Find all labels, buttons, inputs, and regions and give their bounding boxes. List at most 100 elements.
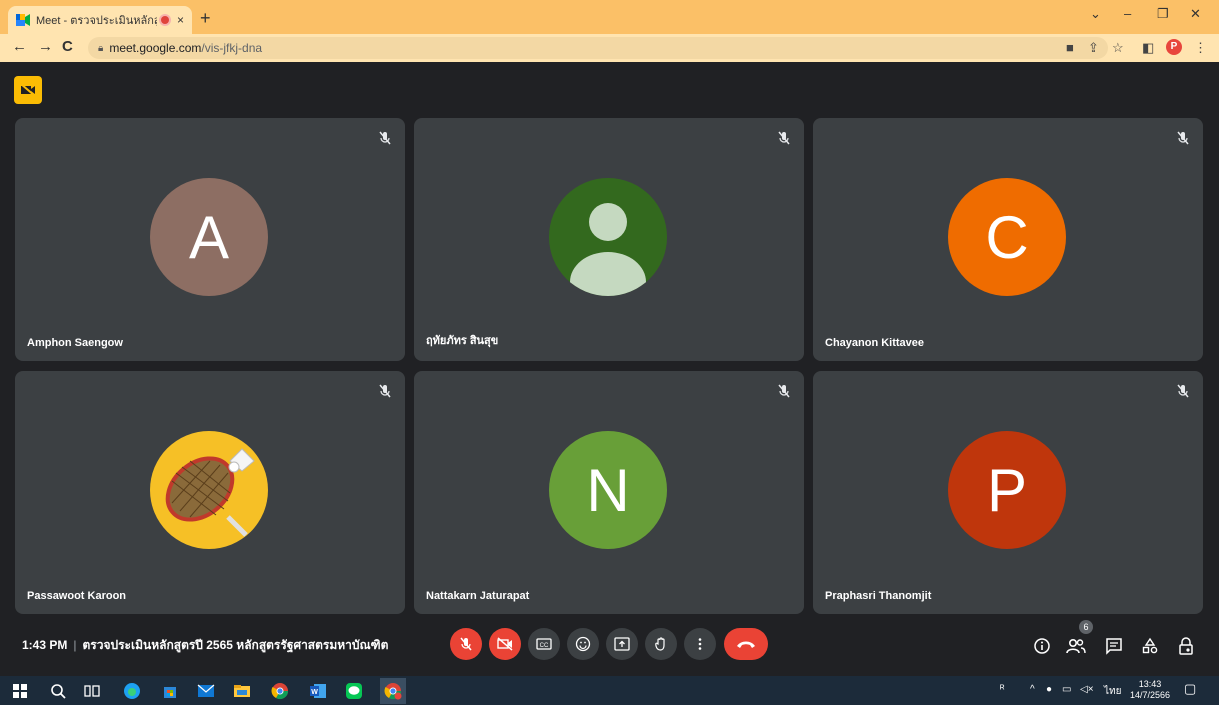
meet-stage: A Amphon Saengow ฤทัยภัทร สินสุข C Chaya…: [0, 62, 1219, 676]
address-bar[interactable]: 🔒︎ meet.google.com/vis-jfkj-dna: [88, 37, 1108, 59]
participant-name: Chayanon Kittavee: [825, 337, 925, 349]
restore-button[interactable]: ❐: [1157, 6, 1169, 22]
svg-text:CC: CC: [540, 643, 549, 649]
taskbar-date: 14/7/2566: [1129, 690, 1171, 700]
lock-person-icon: [1179, 637, 1193, 655]
participant-name: Praphasri Thanomjit: [825, 590, 932, 602]
profile-avatar[interactable]: P: [1166, 39, 1182, 55]
close-window-button[interactable]: ✕: [1190, 6, 1201, 22]
edge-browser-icon[interactable]: [122, 681, 142, 701]
participant-name: Nattakarn Jaturapat: [426, 590, 530, 602]
muted-mic-icon: [379, 131, 391, 145]
chrome-icon[interactable]: [270, 681, 290, 701]
search-icon[interactable]: [48, 681, 68, 701]
forward-button[interactable]: →: [38, 38, 53, 55]
muted-mic-icon: [1177, 131, 1189, 145]
hand-icon: [655, 637, 665, 651]
meeting-time: 1:43 PM: [22, 638, 68, 652]
muted-mic-icon: [379, 384, 391, 398]
minimize-button[interactable]: –: [1124, 6, 1131, 21]
participant-avatar: P: [948, 431, 1066, 549]
participant-name: Passawoot Karoon: [27, 590, 127, 602]
people-button[interactable]: [1066, 636, 1086, 656]
participant-avatar: N: [549, 431, 667, 549]
back-button[interactable]: ←: [12, 38, 27, 55]
emoji-reaction-button[interactable]: [567, 628, 599, 660]
default-person-icon: [570, 203, 646, 296]
word-icon[interactable]: W: [308, 681, 328, 701]
participant-avatar: A: [150, 178, 268, 296]
host-controls-button[interactable]: [1176, 636, 1196, 656]
network-icon[interactable]: ▭: [1062, 684, 1071, 695]
recording-indicator-icon: [160, 16, 169, 24]
mic-off-icon: [460, 637, 472, 651]
language-indicator[interactable]: ไทย: [1104, 684, 1121, 699]
chrome-profile-taskbar-icon[interactable]: [380, 678, 406, 704]
url-path: /vis-jfkj-dna: [201, 41, 263, 55]
camera-off-icon: [497, 637, 513, 651]
browser-menu-icon[interactable]: ⋮: [1194, 40, 1207, 56]
taskbar-time: 13:43: [1138, 679, 1162, 689]
camera-toggle-button[interactable]: [489, 628, 521, 660]
tab-close-icon[interactable]: ×: [177, 13, 184, 27]
participant-avatar: C: [948, 178, 1066, 296]
microphone-tray-icon[interactable]: ●: [1046, 684, 1052, 695]
tab-title: Meet - ตรวจประเมินหลักสูตรปี 2: [36, 15, 157, 27]
windows-start-icon[interactable]: [10, 681, 30, 701]
participant-tile[interactable]: N Nattakarn Jaturapat: [414, 371, 804, 614]
meeting-title: ตรวจประเมินหลักสูตรปี 2565 หลักสูตรรัฐศา…: [82, 638, 389, 652]
notification-center-icon[interactable]: ▢: [1184, 681, 1196, 697]
taskbar-clock[interactable]: 13:43 14/7/2566: [1128, 679, 1172, 701]
camera-off-badge-icon[interactable]: [14, 76, 42, 104]
lock-icon: 🔒︎: [98, 42, 104, 54]
info-icon: [1034, 638, 1050, 654]
bookmark-star-icon[interactable]: ☆: [1112, 40, 1124, 56]
mail-icon[interactable]: [196, 681, 216, 701]
captions-button[interactable]: CC: [528, 628, 560, 660]
participant-tile[interactable]: A Amphon Saengow: [15, 118, 405, 361]
captions-icon: CC: [536, 638, 552, 650]
leave-call-button[interactable]: [724, 628, 768, 660]
volume-muted-icon[interactable]: ◁×: [1080, 684, 1094, 695]
camera-in-use-icon[interactable]: ■: [1066, 40, 1074, 55]
tab-search-icon[interactable]: ⌄: [1090, 6, 1101, 22]
share-icon[interactable]: ⇪: [1088, 40, 1099, 56]
chat-button[interactable]: [1104, 636, 1124, 656]
activities-icon: [1142, 637, 1158, 654]
meeting-info: 1:43 PM | ตรวจประเมินหลักสูตรปี 2565 หลักส…: [22, 636, 388, 655]
svg-text:W: W: [311, 689, 318, 696]
emoji-icon: [575, 636, 591, 652]
present-icon: [614, 637, 630, 651]
chat-icon: [1106, 638, 1122, 655]
windows-taskbar: [0, 676, 1219, 705]
participant-tile[interactable]: Passawoot Karoon: [15, 371, 405, 614]
mic-toggle-button[interactable]: [450, 628, 482, 660]
muted-mic-icon: [778, 384, 790, 398]
task-view-icon[interactable]: [82, 681, 102, 701]
side-panel-icon[interactable]: ◧: [1142, 40, 1154, 56]
more-options-button[interactable]: [684, 628, 716, 660]
store-icon[interactable]: [160, 681, 180, 701]
people-icon: [1066, 638, 1086, 654]
new-tab-button[interactable]: +: [200, 8, 211, 29]
browser-tab[interactable]: Meet - ตรวจประเมินหลักสูตรปี 2 ×: [8, 6, 192, 34]
meet-favicon-icon: [16, 14, 30, 26]
present-screen-button[interactable]: [606, 628, 638, 660]
badminton-racket-icon: [165, 448, 255, 537]
reload-button[interactable]: C: [62, 38, 73, 55]
meeting-details-button[interactable]: [1032, 636, 1052, 656]
participant-tile[interactable]: P Praphasri Thanomjit: [813, 371, 1203, 614]
more-vert-icon: [698, 638, 702, 650]
line-app-icon[interactable]: [344, 681, 364, 701]
participant-tile[interactable]: C Chayanon Kittavee: [813, 118, 1203, 361]
raise-hand-button[interactable]: [645, 628, 677, 660]
url-host: meet.google.com: [109, 41, 202, 55]
tray-chevron-icon[interactable]: ^: [1030, 684, 1035, 695]
participant-tile[interactable]: ฤทัยภัทร สินสุข: [414, 118, 804, 361]
participant-name: ฤทัยภัทร สินสุข: [426, 335, 499, 347]
activities-button[interactable]: [1140, 636, 1160, 656]
file-explorer-icon[interactable]: [232, 681, 252, 701]
participant-avatar: [150, 431, 268, 549]
hang-up-icon: [737, 641, 755, 648]
people-tray-icon[interactable]: ᴿ: [1000, 684, 1005, 695]
